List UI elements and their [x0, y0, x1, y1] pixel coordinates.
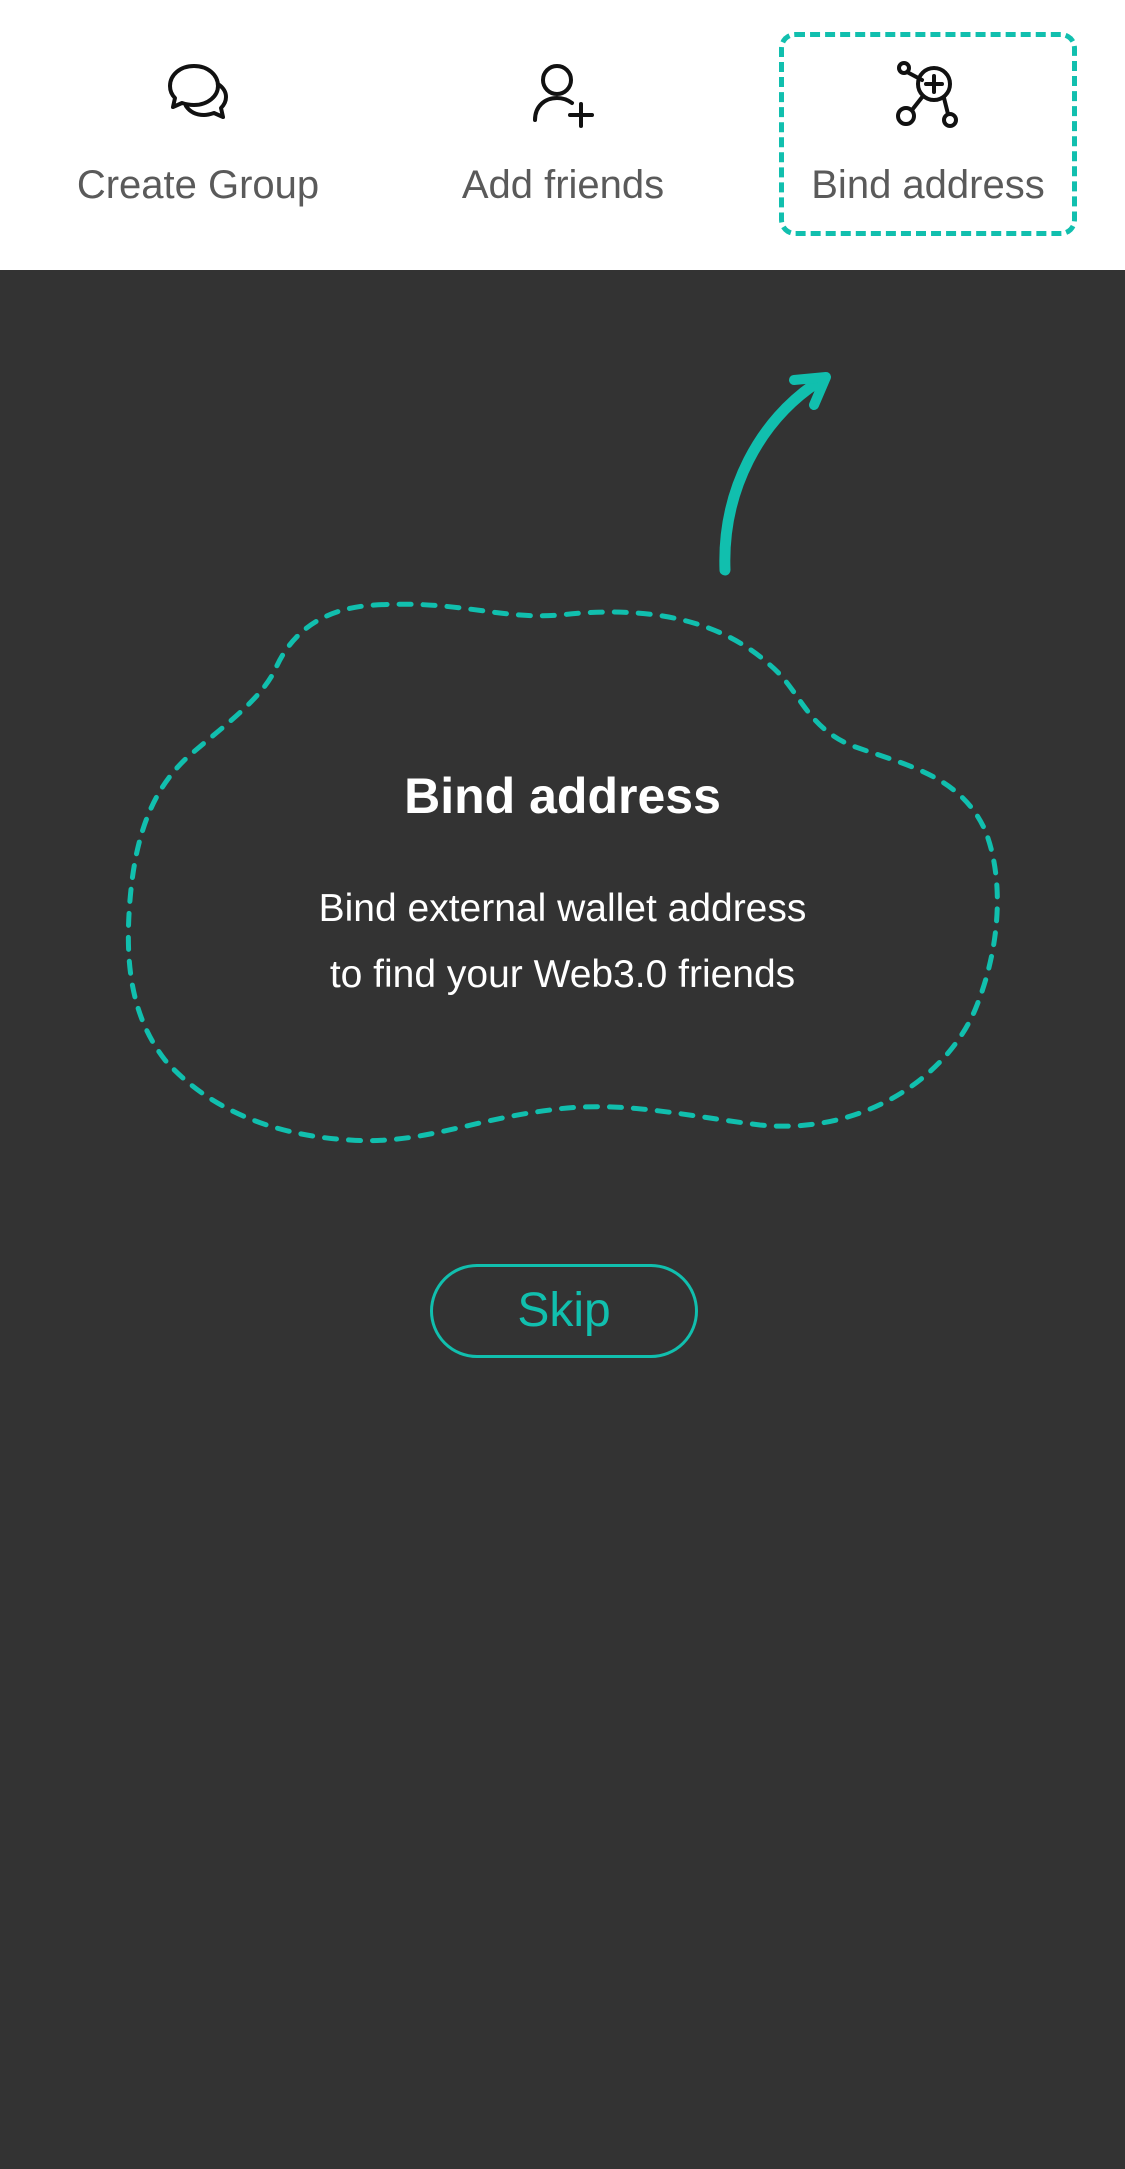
- guide-description: Bind external wallet address to find you…: [0, 876, 1125, 1008]
- bind-address-icon: [896, 61, 958, 128]
- add-friends-label: Add friends: [461, 163, 665, 207]
- bind-address-button[interactable]: Bind address: [778, 0, 1078, 270]
- add-friends-button[interactable]: Add friends: [413, 0, 713, 270]
- guide-dashed-blob: [125, 601, 1000, 1144]
- skip-button[interactable]: Skip: [430, 1264, 698, 1358]
- guide-title: Bind address: [404, 768, 721, 824]
- guide-description-line-1: Bind external wallet address: [318, 887, 807, 930]
- guide-description-line-2: to find your Web3.0 friends: [329, 953, 796, 996]
- guide-arrow-head: [789, 372, 831, 410]
- bind-address-label: Bind address: [811, 163, 1045, 207]
- chat-bubbles-icon: [168, 64, 228, 119]
- guide-arrow-shaft: [719, 376, 824, 576]
- top-action-bar: Create Group Add friends Bind address: [0, 0, 1125, 270]
- guide-decoration: [125, 372, 1000, 1144]
- add-user-icon: [533, 64, 594, 128]
- create-group-label: Create Group: [76, 163, 320, 207]
- create-group-button[interactable]: Create Group: [48, 0, 348, 270]
